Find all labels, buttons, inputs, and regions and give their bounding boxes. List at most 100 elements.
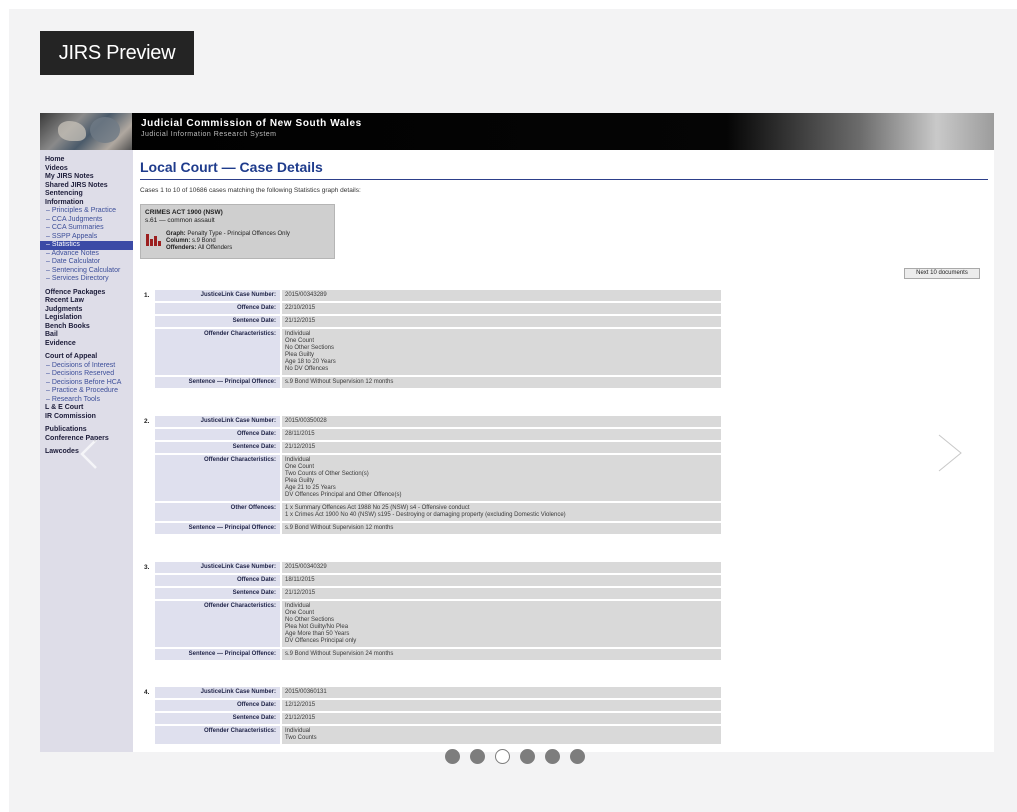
- sidebar-item[interactable]: – CCA Summaries: [45, 224, 133, 233]
- sidebar-item[interactable]: Information: [45, 199, 133, 208]
- carousel-dot[interactable]: [470, 749, 485, 764]
- case-field-line: One Count: [285, 464, 315, 470]
- filter-act: CRIMES ACT 1900 (NSW): [145, 209, 223, 216]
- sidebar-item[interactable]: – Research Tools: [45, 396, 133, 405]
- case-field-line: Plea Guilty: [285, 478, 315, 484]
- case-field-label: Offence Date:: [155, 575, 280, 586]
- case-field-line: No DV Offences: [285, 366, 329, 372]
- carousel-dot[interactable]: [495, 749, 510, 764]
- case-field-line: DV Offences Principal and Other Offence(…: [285, 492, 402, 498]
- case-field-label: JusticeLink Case Number:: [155, 562, 280, 573]
- filter-summary-box: CRIMES ACT 1900 (NSW) s.61 — common assa…: [140, 204, 335, 259]
- sidebar-item[interactable]: – SSPP Appeals: [45, 233, 133, 242]
- case-field-line: One Count: [285, 610, 315, 616]
- carousel-prev-arrow-icon[interactable]: [78, 438, 100, 470]
- sidebar-item[interactable]: – Advance Notes: [45, 250, 133, 259]
- graph-value: Penalty Type - Principal Offences Only: [187, 231, 290, 237]
- sidebar-item[interactable]: Evidence: [45, 340, 133, 349]
- sidebar-item[interactable]: L & E Court: [45, 404, 133, 413]
- sidebar-item[interactable]: Publications: [45, 426, 133, 435]
- case-record: JusticeLink Case Number: 2015/00340329 Off…: [155, 562, 721, 662]
- sidebar-item[interactable]: Shared JIRS Notes: [45, 182, 133, 191]
- graph-label: Graph:: [166, 231, 186, 237]
- column-value: s.9 Bond: [192, 238, 216, 244]
- sidebar-item[interactable]: – Date Calculator: [45, 258, 133, 267]
- case-number-marker: 3.: [144, 564, 150, 571]
- carousel-dot[interactable]: [545, 749, 560, 764]
- offenders-label: Offenders:: [166, 245, 197, 251]
- sidebar-item[interactable]: – CCA Judgments: [45, 216, 133, 225]
- column-label: Column:: [166, 238, 191, 244]
- preview-title: JIRS Preview: [40, 31, 194, 75]
- case-field-label: Sentence Date:: [155, 442, 280, 453]
- case-field-row: JusticeLink Case Number: 2015/00340329: [155, 562, 721, 573]
- sidebar-item[interactable]: – Practice & Procedure: [45, 387, 133, 396]
- case-record: JusticeLink Case Number: 2015/00360131 Off…: [155, 687, 721, 746]
- sidebar-item[interactable]: – Decisions Before HCA: [45, 379, 133, 388]
- sidebar-item[interactable]: Recent Law: [45, 297, 133, 306]
- case-field-line: Individual: [285, 603, 311, 609]
- case-field-label: Offence Date:: [155, 429, 280, 440]
- bar-chart-icon: [146, 234, 161, 246]
- sidebar-item[interactable]: Sentencing: [45, 190, 133, 199]
- case-field-line: Individual: [285, 331, 311, 337]
- case-field-label: JusticeLink Case Number:: [155, 290, 280, 301]
- case-field-label: Offender Characteristics:: [155, 726, 280, 744]
- carousel-dot[interactable]: [570, 749, 585, 764]
- sidebar-item[interactable]: Bench Books: [45, 323, 133, 332]
- sidebar-item[interactable]: – Principles & Practice: [45, 207, 133, 216]
- filter-section: s.61 — common assault: [145, 217, 215, 224]
- sidebar-item[interactable]: Judgments: [45, 306, 133, 315]
- sidebar-item[interactable]: – Decisions of Interest: [45, 362, 133, 371]
- sidebar-item[interactable]: My JIRS Notes: [45, 173, 133, 182]
- case-field-line: DV Offences Principal only: [285, 638, 357, 644]
- case-number-marker: 1.: [144, 292, 150, 299]
- carousel-dot[interactable]: [445, 749, 460, 764]
- site-banner: Judicial Commission of New South Wales J…: [40, 113, 994, 150]
- sidebar-item[interactable]: Court of Appeal: [45, 353, 133, 362]
- banner-logo-image: [40, 113, 132, 150]
- results-summary: Cases 1 to 10 of 10686 cases matching th…: [140, 187, 361, 194]
- sidebar-item[interactable]: Bail: [45, 331, 133, 340]
- case-field-line: Two Counts: [285, 735, 317, 741]
- carousel-dot[interactable]: [520, 749, 535, 764]
- case-field-label: Sentence Date:: [155, 713, 280, 724]
- sidebar-item[interactable]: – Statistics: [40, 241, 133, 250]
- sidebar-item[interactable]: Offence Packages: [45, 289, 133, 298]
- case-field-value: 21/12/2015: [282, 588, 721, 599]
- case-field-value: 2015/00360131: [282, 687, 721, 698]
- case-field-row: Sentence Date: 21/12/2015: [155, 713, 721, 724]
- case-field-value: 21/12/2015: [282, 713, 721, 724]
- sidebar-item[interactable]: – Decisions Reserved: [45, 370, 133, 379]
- sidebar-item[interactable]: Legislation: [45, 314, 133, 323]
- case-field-value: 22/10/2015: [282, 303, 721, 314]
- case-field-line: 1 x Summary Offences Act 1988 No 25 (NSW…: [285, 505, 470, 511]
- case-field-value: 2015/00350028: [282, 416, 721, 427]
- banner-subtitle: Judicial Information Research System: [141, 131, 277, 138]
- sidebar-item[interactable]: – Sentencing Calculator: [45, 267, 133, 276]
- case-field-label: Offender Characteristics:: [155, 601, 280, 647]
- case-number-marker: 2.: [144, 418, 150, 425]
- case-field-value: Individual One Count Two Counts of Other S…: [282, 455, 721, 501]
- case-field-label: Sentence Date:: [155, 588, 280, 599]
- sidebar-item[interactable]: Home: [45, 156, 133, 165]
- sidebar-item[interactable]: Videos: [45, 165, 133, 174]
- filter-details: Graph: Penalty Type - Principal Offences…: [166, 231, 290, 252]
- sidebar-item[interactable]: IR Commission: [45, 413, 133, 422]
- carousel-next-arrow-icon[interactable]: [935, 433, 965, 473]
- case-field-label: JusticeLink Case Number:: [155, 416, 280, 427]
- case-field-row: Offence Date: 12/12/2015: [155, 700, 721, 711]
- case-number-marker: 4.: [144, 689, 150, 696]
- case-field-line: Two Counts of Other Section(s): [285, 471, 369, 477]
- case-field-row: Offender Characteristics: Individual One C…: [155, 601, 721, 647]
- case-field-value: 2015/00340329: [282, 562, 721, 573]
- next-documents-button[interactable]: Next 10 documents: [904, 268, 980, 279]
- case-field-line: No Other Sections: [285, 345, 335, 351]
- case-field-label: Sentence — Principal Offence:: [155, 377, 280, 388]
- sidebar-item[interactable]: – Services Directory: [45, 275, 133, 284]
- case-field-line: Individual: [285, 457, 311, 463]
- case-field-line: Age More than 50 Years: [285, 631, 350, 637]
- case-field-label: JusticeLink Case Number:: [155, 687, 280, 698]
- page-title: Local Court — Case Details: [140, 159, 323, 175]
- case-field-row: Offence Date: 28/11/2015: [155, 429, 721, 440]
